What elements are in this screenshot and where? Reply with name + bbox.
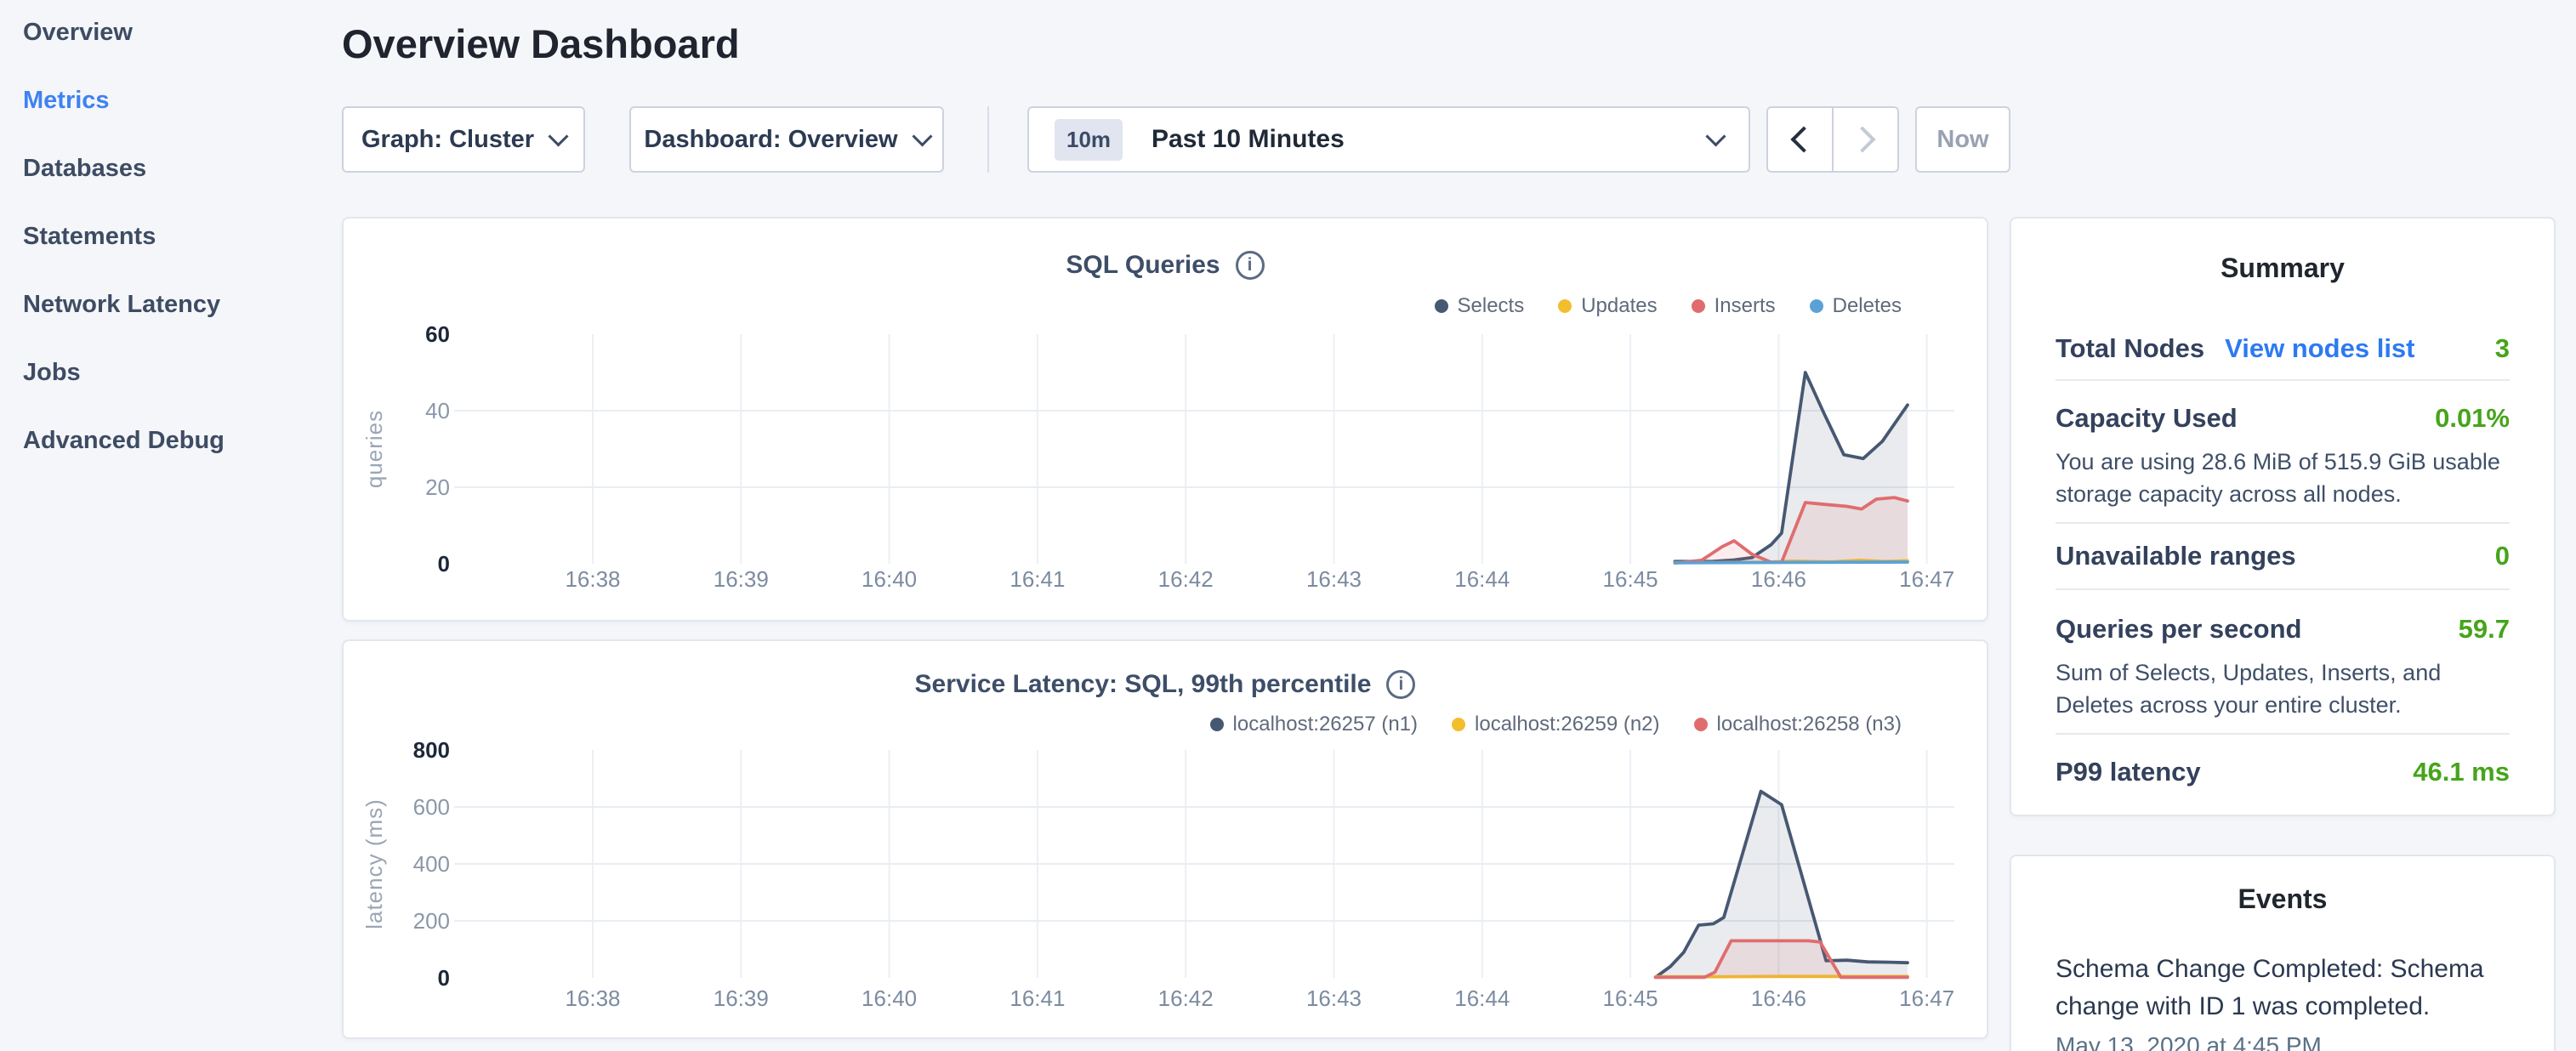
- svg-text:60: 60: [425, 321, 450, 347]
- svg-text:16:40: 16:40: [862, 986, 917, 1011]
- svg-text:16:44: 16:44: [1454, 566, 1510, 592]
- events-title: Events: [2011, 883, 2554, 915]
- svg-text:16:42: 16:42: [1158, 566, 1214, 592]
- divider: [2056, 733, 2510, 735]
- capacity-label: Capacity Used: [2056, 403, 2238, 434]
- sidebar-item-network-latency[interactable]: Network Latency: [0, 270, 323, 338]
- summary-panel: Summary Total Nodes View nodes list 3 Ca…: [2010, 217, 2556, 816]
- svg-text:200: 200: [413, 908, 450, 934]
- svg-text:16:38: 16:38: [565, 566, 620, 592]
- svg-text:16:46: 16:46: [1751, 986, 1806, 1011]
- dashboard-dropdown[interactable]: Dashboard: Overview: [629, 106, 944, 173]
- svg-text:600: 600: [413, 794, 450, 820]
- summary-row-unavailable: Unavailable ranges 0: [2056, 541, 2510, 571]
- unavailable-ranges-label: Unavailable ranges: [2056, 541, 2296, 571]
- svg-text:16:41: 16:41: [1009, 566, 1065, 592]
- summary-row-total-nodes: Total Nodes View nodes list 3: [2056, 333, 2510, 364]
- time-step-forward-button[interactable]: [1832, 108, 1897, 171]
- svg-text:16:47: 16:47: [1899, 566, 1954, 592]
- page-title: Overview Dashboard: [342, 20, 740, 67]
- svg-text:400: 400: [413, 851, 450, 877]
- sql-queries-chart-card: SQL Queries i SelectsUpdatesInsertsDelet…: [342, 217, 1988, 622]
- dashboard-dropdown-label: Dashboard: Overview: [644, 126, 897, 154]
- service-latency-chart-card: Service Latency: SQL, 99th percentile i …: [342, 639, 1988, 1039]
- sidebar: Overview Metrics Databases Statements Ne…: [0, 0, 323, 474]
- p99-latency-label: P99 latency: [2056, 757, 2201, 787]
- divider: [2056, 379, 2510, 381]
- svg-text:0: 0: [438, 551, 450, 577]
- svg-text:latency (ms): latency (ms): [361, 798, 387, 929]
- summary-title: Summary: [2011, 253, 2554, 284]
- svg-text:20: 20: [425, 474, 450, 500]
- svg-text:16:40: 16:40: [862, 566, 917, 592]
- capacity-subtext: You are using 28.6 MiB of 515.9 GiB usab…: [2056, 446, 2510, 510]
- svg-text:16:42: 16:42: [1158, 986, 1214, 1011]
- svg-text:queries: queries: [361, 410, 387, 488]
- chevron-left-icon: [1790, 126, 1817, 152]
- svg-text:16:43: 16:43: [1306, 986, 1362, 1011]
- time-window-label: Past 10 Minutes: [1152, 125, 1345, 154]
- time-step-back-button[interactable]: [1768, 108, 1832, 171]
- sidebar-item-metrics[interactable]: Metrics: [0, 66, 323, 134]
- sidebar-item-databases[interactable]: Databases: [0, 134, 323, 202]
- svg-text:16:39: 16:39: [714, 566, 769, 592]
- summary-row-capacity: Capacity Used 0.01%: [2056, 403, 2510, 434]
- sidebar-item-statements[interactable]: Statements: [0, 202, 323, 270]
- svg-text:16:39: 16:39: [714, 986, 769, 1011]
- unavailable-ranges-value: 0: [2495, 541, 2510, 571]
- divider: [2056, 588, 2510, 590]
- graph-dropdown[interactable]: Graph: Cluster: [342, 106, 585, 173]
- app-canvas: Overview Metrics Databases Statements Ne…: [0, 0, 2576, 1051]
- now-button[interactable]: Now: [1915, 106, 2010, 173]
- svg-text:16:45: 16:45: [1603, 566, 1658, 592]
- p99-latency-value: 46.1 ms: [2413, 757, 2510, 787]
- summary-row-p99: P99 latency 46.1 ms: [2056, 757, 2510, 787]
- sidebar-item-overview[interactable]: Overview: [0, 0, 323, 66]
- chevron-right-icon: [1849, 126, 1875, 152]
- event-item-message[interactable]: Schema Change Completed: Schema change w…: [2056, 951, 2510, 1025]
- time-range-dropdown[interactable]: 10m Past 10 Minutes: [1027, 106, 1750, 173]
- graph-dropdown-label: Graph: Cluster: [361, 126, 534, 154]
- total-nodes-value: 3: [2495, 333, 2510, 364]
- chevron-down-icon: [1705, 126, 1726, 146]
- svg-text:16:44: 16:44: [1454, 986, 1510, 1011]
- svg-text:800: 800: [413, 737, 450, 763]
- time-window-badge: 10m: [1055, 119, 1123, 161]
- qps-label: Queries per second: [2056, 614, 2301, 645]
- svg-text:40: 40: [425, 398, 450, 423]
- time-step-buttons: [1766, 106, 1899, 173]
- svg-text:16:46: 16:46: [1751, 566, 1806, 592]
- svg-text:16:43: 16:43: [1306, 566, 1362, 592]
- chevron-down-icon: [548, 126, 568, 146]
- events-panel: Events Schema Change Completed: Schema c…: [2010, 855, 2556, 1051]
- now-button-label: Now: [1936, 126, 1988, 154]
- divider: [2056, 522, 2510, 524]
- capacity-value: 0.01%: [2435, 403, 2510, 434]
- controls-divider: [987, 106, 989, 173]
- chevron-down-icon: [912, 126, 932, 146]
- summary-row-qps: Queries per second 59.7: [2056, 614, 2510, 645]
- event-item-timestamp: May 13, 2020 at 4:45 PM: [2056, 1032, 2510, 1051]
- svg-text:16:38: 16:38: [565, 986, 620, 1011]
- svg-text:16:47: 16:47: [1899, 986, 1954, 1011]
- sidebar-item-jobs[interactable]: Jobs: [0, 338, 323, 406]
- qps-value: 59.7: [2459, 614, 2510, 645]
- svg-text:16:45: 16:45: [1603, 986, 1658, 1011]
- svg-text:16:41: 16:41: [1009, 986, 1065, 1011]
- sidebar-item-advanced-debug[interactable]: Advanced Debug: [0, 406, 323, 474]
- svg-text:0: 0: [438, 965, 450, 991]
- view-nodes-list-link[interactable]: View nodes list: [2225, 333, 2414, 364]
- qps-subtext: Sum of Selects, Updates, Inserts, and De…: [2056, 656, 2510, 721]
- total-nodes-label: Total Nodes: [2056, 333, 2204, 364]
